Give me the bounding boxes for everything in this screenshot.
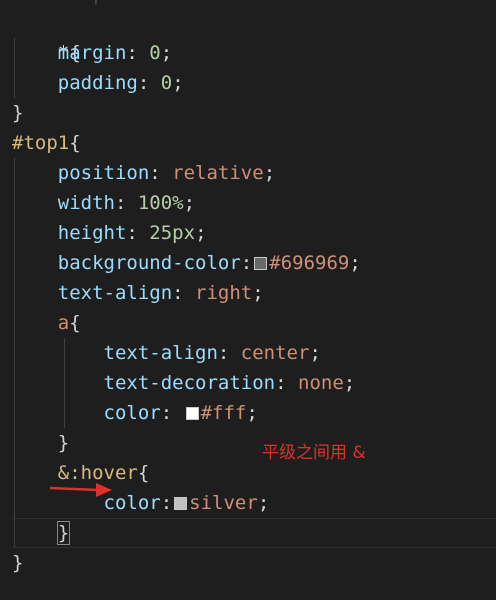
property-value: 100% — [137, 192, 184, 214]
code-line-10[interactable]: text-align: right; — [12, 278, 264, 308]
property-value: none — [298, 372, 344, 394]
code-line-19[interactable]: } — [12, 548, 23, 578]
property-name: text-align — [103, 342, 218, 364]
code-line-3[interactable]: padding: 0; — [12, 68, 184, 98]
code-line-2[interactable]: margin: 0; — [12, 38, 172, 68]
closing-brace: } — [12, 552, 24, 574]
code-editor[interactable]: ·········· · | · · *{ margin: 0; padding… — [0, 0, 496, 600]
color-swatch-white[interactable] — [185, 407, 199, 420]
property-value: silver — [189, 492, 258, 514]
closing-brace: } — [57, 432, 70, 454]
clipped-top-text: ·········· · | · · — [40, 0, 115, 5]
code-line-9[interactable]: background-color: #696969; — [12, 248, 361, 278]
code-line-13[interactable]: text-decoration: none; — [12, 368, 356, 398]
opening-brace: { — [69, 132, 81, 154]
property-name: padding — [57, 72, 138, 94]
property-value: #696969 — [269, 252, 350, 274]
closing-brace: } — [12, 102, 24, 124]
id-selector: #top1 — [12, 132, 70, 154]
property-name: text-decoration — [103, 372, 276, 394]
property-value: 0 — [149, 42, 161, 64]
property-value: 25px — [149, 222, 196, 244]
annotation-note: 平级之间用 & — [262, 443, 366, 463]
code-line-6[interactable]: position: relative; — [12, 158, 275, 188]
code-line-11[interactable]: a{ — [12, 308, 81, 338]
code-line-5[interactable]: #top1{ — [12, 128, 81, 158]
property-value: 0 — [160, 72, 173, 94]
property-value: center — [240, 342, 310, 364]
red-arrow-icon — [49, 483, 112, 497]
code-line-18[interactable]: } — [12, 518, 71, 548]
property-name: width — [57, 192, 115, 214]
property-name: text-align — [57, 282, 173, 304]
code-line-7[interactable]: width: 100%; — [12, 188, 195, 218]
property-name: position — [57, 162, 150, 184]
property-name: background-color — [57, 252, 241, 274]
property-value: #fff — [200, 402, 247, 424]
matched-closing-brace: } — [56, 521, 71, 545]
property-name: color — [103, 402, 161, 424]
code-line-15[interactable]: } — [12, 428, 69, 458]
element-selector: a — [57, 312, 70, 334]
code-line-1[interactable]: *{ — [12, 8, 81, 64]
code-line-4[interactable]: } — [12, 98, 23, 128]
property-value: right — [195, 282, 253, 304]
opening-brace: { — [137, 462, 150, 484]
code-line-8[interactable]: height: 25px; — [12, 218, 207, 248]
color-swatch-silver[interactable] — [174, 497, 188, 510]
opening-brace: { — [69, 312, 81, 334]
color-swatch-gray[interactable] — [254, 257, 268, 270]
code-line-12[interactable]: text-align: center; — [12, 338, 321, 368]
code-line-14[interactable]: color: #fff; — [12, 398, 258, 428]
current-line-highlight — [12, 518, 496, 548]
property-name: height — [57, 222, 127, 244]
property-value: relative — [172, 162, 264, 184]
property-name: margin — [57, 42, 127, 64]
